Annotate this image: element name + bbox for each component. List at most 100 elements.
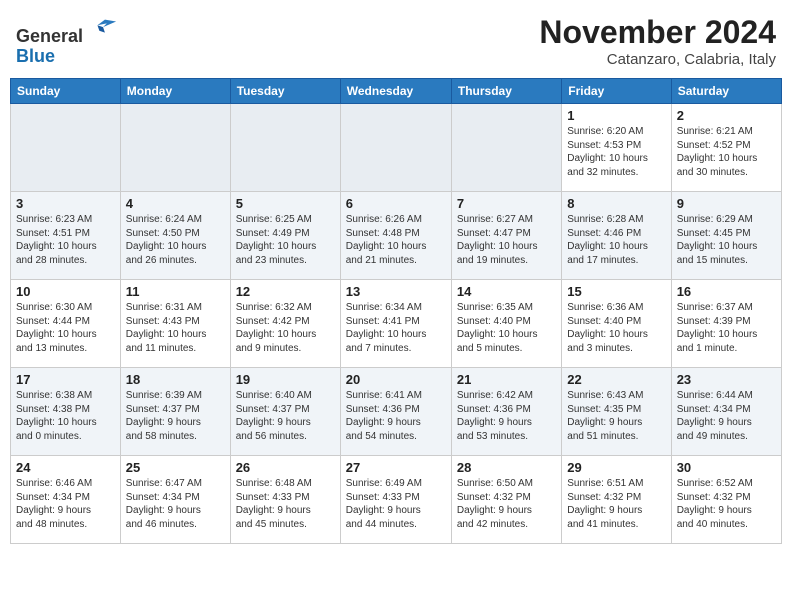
day-info: Sunrise: 6:41 AM Sunset: 4:36 PM Dayligh… bbox=[346, 389, 446, 443]
calendar-week-row: 1 Sunrise: 6:20 AM Sunset: 4:53 PM Daylig… bbox=[11, 104, 782, 192]
day-number: 10 bbox=[16, 284, 115, 299]
day-number: 9 bbox=[677, 196, 776, 211]
day-number: 21 bbox=[457, 372, 556, 387]
day-number: 20 bbox=[346, 372, 446, 387]
logo-bird-icon bbox=[90, 14, 118, 42]
calendar-day-cell: 28 Sunrise: 6:50 AM Sunset: 4:32 PM Dayli… bbox=[451, 456, 561, 544]
day-info: Sunrise: 6:21 AM Sunset: 4:52 PM Dayligh… bbox=[677, 125, 776, 179]
day-info: Sunrise: 6:37 AM Sunset: 4:39 PM Dayligh… bbox=[677, 301, 776, 355]
day-number: 1 bbox=[567, 108, 665, 123]
calendar-day-cell: 5 Sunrise: 6:25 AM Sunset: 4:49 PM Daylig… bbox=[230, 192, 340, 280]
calendar-day-cell: 20 Sunrise: 6:41 AM Sunset: 4:36 PM Dayli… bbox=[340, 368, 451, 456]
calendar-day-cell bbox=[120, 104, 230, 192]
calendar-day-cell: 7 Sunrise: 6:27 AM Sunset: 4:47 PM Daylig… bbox=[451, 192, 561, 280]
day-number: 22 bbox=[567, 372, 665, 387]
day-number: 28 bbox=[457, 460, 556, 475]
calendar-week-row: 10 Sunrise: 6:30 AM Sunset: 4:44 PM Dayli… bbox=[11, 280, 782, 368]
day-number: 15 bbox=[567, 284, 665, 299]
calendar-header-tuesday: Tuesday bbox=[230, 79, 340, 104]
day-number: 11 bbox=[126, 284, 225, 299]
day-number: 19 bbox=[236, 372, 335, 387]
calendar-day-cell: 2 Sunrise: 6:21 AM Sunset: 4:52 PM Daylig… bbox=[671, 104, 781, 192]
day-info: Sunrise: 6:28 AM Sunset: 4:46 PM Dayligh… bbox=[567, 213, 665, 267]
calendar-day-cell: 9 Sunrise: 6:29 AM Sunset: 4:45 PM Daylig… bbox=[671, 192, 781, 280]
day-info: Sunrise: 6:51 AM Sunset: 4:32 PM Dayligh… bbox=[567, 477, 665, 531]
day-info: Sunrise: 6:27 AM Sunset: 4:47 PM Dayligh… bbox=[457, 213, 556, 267]
calendar-day-cell: 16 Sunrise: 6:37 AM Sunset: 4:39 PM Dayli… bbox=[671, 280, 781, 368]
day-number: 2 bbox=[677, 108, 776, 123]
calendar-day-cell: 8 Sunrise: 6:28 AM Sunset: 4:46 PM Daylig… bbox=[562, 192, 671, 280]
logo-text: General bbox=[16, 14, 118, 47]
calendar-day-cell bbox=[340, 104, 451, 192]
calendar-day-cell: 19 Sunrise: 6:40 AM Sunset: 4:37 PM Dayli… bbox=[230, 368, 340, 456]
day-number: 30 bbox=[677, 460, 776, 475]
day-number: 26 bbox=[236, 460, 335, 475]
day-info: Sunrise: 6:52 AM Sunset: 4:32 PM Dayligh… bbox=[677, 477, 776, 531]
calendar-day-cell: 21Sunrise: 6:42 AM Sunset: 4:36 PM Dayli… bbox=[451, 368, 561, 456]
day-info: Sunrise: 6:23 AM Sunset: 4:51 PM Dayligh… bbox=[16, 213, 115, 267]
day-number: 29 bbox=[567, 460, 665, 475]
day-info: Sunrise: 6:29 AM Sunset: 4:45 PM Dayligh… bbox=[677, 213, 776, 267]
day-number: 25 bbox=[126, 460, 225, 475]
day-number: 8 bbox=[567, 196, 665, 211]
day-number: 16 bbox=[677, 284, 776, 299]
day-number: 24 bbox=[16, 460, 115, 475]
day-number: 14 bbox=[457, 284, 556, 299]
calendar-day-cell: 14Sunrise: 6:35 AM Sunset: 4:40 PM Dayli… bbox=[451, 280, 561, 368]
page-header: General Blue November 2024 Catanzaro, Ca… bbox=[10, 10, 782, 72]
calendar-day-cell: 17 Sunrise: 6:38 AM Sunset: 4:38 PM Dayli… bbox=[11, 368, 121, 456]
day-info: Sunrise: 6:25 AM Sunset: 4:49 PM Dayligh… bbox=[236, 213, 335, 267]
day-info: Sunrise: 6:49 AM Sunset: 4:33 PM Dayligh… bbox=[346, 477, 446, 531]
logo-general: General bbox=[16, 26, 83, 46]
calendar-day-cell: 1 Sunrise: 6:20 AM Sunset: 4:53 PM Daylig… bbox=[562, 104, 671, 192]
calendar-header-thursday: Thursday bbox=[451, 79, 561, 104]
calendar-day-cell: 18Sunrise: 6:39 AM Sunset: 4:37 PM Dayli… bbox=[120, 368, 230, 456]
calendar-day-cell: 26 Sunrise: 6:48 AM Sunset: 4:33 PM Dayli… bbox=[230, 456, 340, 544]
day-number: 13 bbox=[346, 284, 446, 299]
day-info: Sunrise: 6:46 AM Sunset: 4:34 PM Dayligh… bbox=[16, 477, 115, 531]
day-number: 23 bbox=[677, 372, 776, 387]
calendar-day-cell bbox=[230, 104, 340, 192]
calendar-day-cell: 23 Sunrise: 6:44 AM Sunset: 4:34 PM Dayli… bbox=[671, 368, 781, 456]
location-subtitle: Catanzaro, Calabria, Italy bbox=[539, 51, 776, 68]
calendar-day-cell: 13Sunrise: 6:34 AM Sunset: 4:41 PM Dayli… bbox=[340, 280, 451, 368]
day-info: Sunrise: 6:48 AM Sunset: 4:33 PM Dayligh… bbox=[236, 477, 335, 531]
calendar-day-cell: 4Sunrise: 6:24 AM Sunset: 4:50 PM Daylig… bbox=[120, 192, 230, 280]
day-info: Sunrise: 6:30 AM Sunset: 4:44 PM Dayligh… bbox=[16, 301, 115, 355]
calendar-table: SundayMondayTuesdayWednesdayThursdayFrid… bbox=[10, 78, 782, 544]
calendar-header-row: SundayMondayTuesdayWednesdayThursdayFrid… bbox=[11, 79, 782, 104]
calendar-header-sunday: Sunday bbox=[11, 79, 121, 104]
calendar-header-friday: Friday bbox=[562, 79, 671, 104]
day-number: 12 bbox=[236, 284, 335, 299]
day-info: Sunrise: 6:44 AM Sunset: 4:34 PM Dayligh… bbox=[677, 389, 776, 443]
logo-blue: Blue bbox=[16, 46, 55, 66]
day-info: Sunrise: 6:38 AM Sunset: 4:38 PM Dayligh… bbox=[16, 389, 115, 443]
calendar-day-cell: 22 Sunrise: 6:43 AM Sunset: 4:35 PM Dayli… bbox=[562, 368, 671, 456]
calendar-header-wednesday: Wednesday bbox=[340, 79, 451, 104]
calendar-day-cell: 6 Sunrise: 6:26 AM Sunset: 4:48 PM Daylig… bbox=[340, 192, 451, 280]
calendar-day-cell: 29 Sunrise: 6:51 AM Sunset: 4:32 PM Dayli… bbox=[562, 456, 671, 544]
day-number: 17 bbox=[16, 372, 115, 387]
calendar-day-cell: 11Sunrise: 6:31 AM Sunset: 4:43 PM Dayli… bbox=[120, 280, 230, 368]
calendar-day-cell: 12Sunrise: 6:32 AM Sunset: 4:42 PM Dayli… bbox=[230, 280, 340, 368]
day-number: 27 bbox=[346, 460, 446, 475]
day-info: Sunrise: 6:26 AM Sunset: 4:48 PM Dayligh… bbox=[346, 213, 446, 267]
calendar-day-cell: 3Sunrise: 6:23 AM Sunset: 4:51 PM Daylig… bbox=[11, 192, 121, 280]
day-number: 6 bbox=[346, 196, 446, 211]
calendar-week-row: 3Sunrise: 6:23 AM Sunset: 4:51 PM Daylig… bbox=[11, 192, 782, 280]
day-number: 5 bbox=[236, 196, 335, 211]
logo: General Blue bbox=[16, 14, 118, 67]
logo-blue-text: Blue bbox=[16, 47, 118, 67]
calendar-day-cell: 15Sunrise: 6:36 AM Sunset: 4:40 PM Dayli… bbox=[562, 280, 671, 368]
day-number: 7 bbox=[457, 196, 556, 211]
day-info: Sunrise: 6:43 AM Sunset: 4:35 PM Dayligh… bbox=[567, 389, 665, 443]
day-info: Sunrise: 6:40 AM Sunset: 4:37 PM Dayligh… bbox=[236, 389, 335, 443]
calendar-day-cell bbox=[451, 104, 561, 192]
day-info: Sunrise: 6:24 AM Sunset: 4:50 PM Dayligh… bbox=[126, 213, 225, 267]
title-area: November 2024 Catanzaro, Calabria, Italy bbox=[539, 14, 776, 68]
day-info: Sunrise: 6:20 AM Sunset: 4:53 PM Dayligh… bbox=[567, 125, 665, 179]
day-info: Sunrise: 6:50 AM Sunset: 4:32 PM Dayligh… bbox=[457, 477, 556, 531]
calendar-day-cell: 27 Sunrise: 6:49 AM Sunset: 4:33 PM Dayli… bbox=[340, 456, 451, 544]
day-info: Sunrise: 6:39 AM Sunset: 4:37 PM Dayligh… bbox=[126, 389, 225, 443]
calendar-day-cell: 25Sunrise: 6:47 AM Sunset: 4:34 PM Dayli… bbox=[120, 456, 230, 544]
